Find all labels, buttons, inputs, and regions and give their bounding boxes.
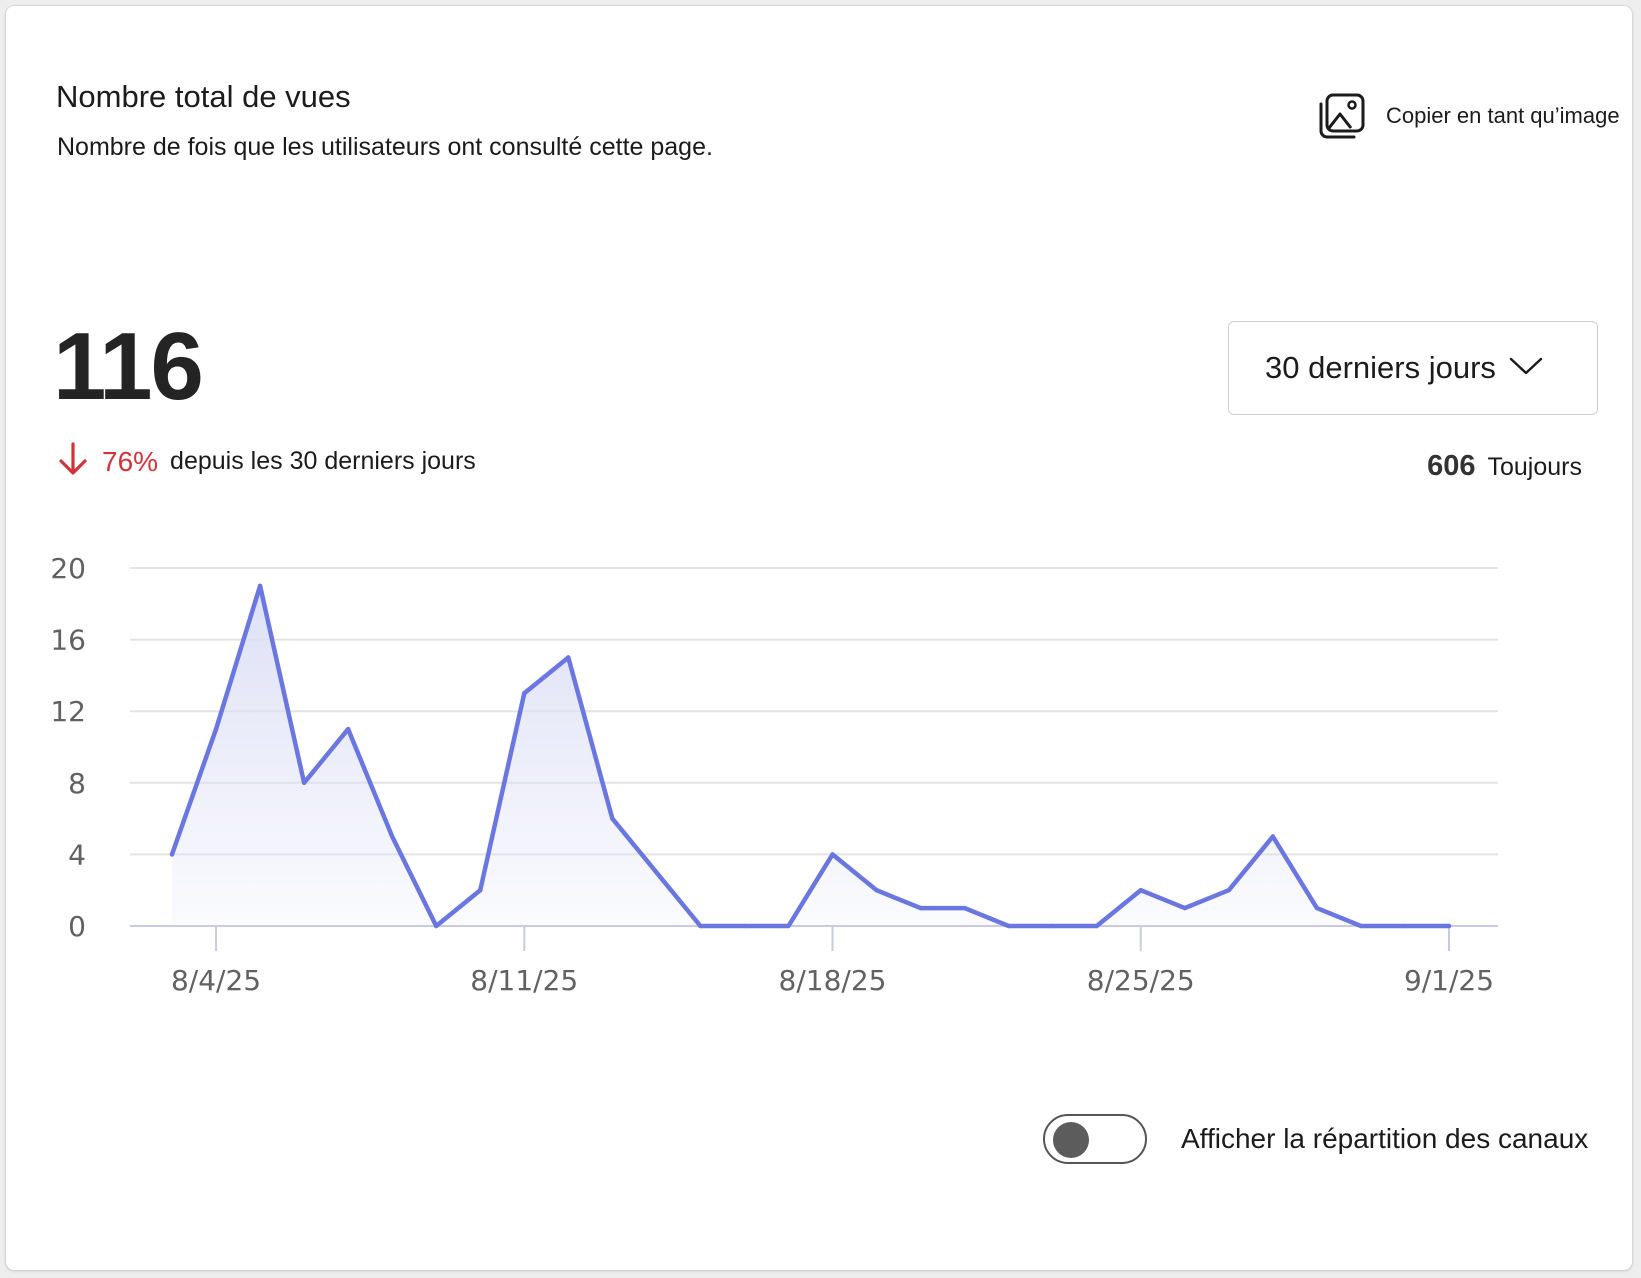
data-point (478, 888, 483, 893)
data-point (1270, 834, 1276, 839)
data-point (610, 816, 615, 821)
data-point (1050, 923, 1055, 929)
data-point (698, 923, 703, 929)
channel-breakdown-toggle-row: Afficher la répartition des canaux (1043, 1114, 1588, 1164)
data-point (566, 655, 571, 660)
x-tick-label: 8/11/25 (470, 964, 578, 997)
data-point (830, 852, 835, 857)
channel-breakdown-label: Afficher la répartition des canaux (1181, 1123, 1589, 1154)
data-point (786, 923, 791, 929)
y-tick-label: 4 (68, 838, 86, 871)
data-point (1006, 923, 1011, 929)
data-point (345, 726, 351, 732)
toggle-knob (1053, 1122, 1089, 1158)
views-area-chart: 0 4 8 12 16 20 8/4/25 8/11/25 8/18/25 8/25/25 9/1/… (50, 552, 1498, 997)
data-point (1226, 888, 1232, 893)
y-tick-label: 20 (50, 552, 86, 585)
channel-breakdown-toggle[interactable] (1043, 1114, 1147, 1164)
data-point (874, 888, 879, 893)
x-tick-label: 8/25/25 (1087, 964, 1195, 997)
x-tick-label: 9/1/25 (1404, 964, 1494, 997)
x-tick-label: 8/4/25 (171, 964, 261, 997)
data-point (1314, 905, 1320, 911)
data-point (522, 691, 527, 696)
data-point (213, 726, 219, 732)
data-point (1182, 905, 1187, 911)
views-area-fill (172, 585, 1449, 926)
data-point (742, 923, 747, 929)
data-point (1094, 923, 1099, 929)
data-point (434, 923, 439, 929)
y-tick-label: 12 (50, 695, 86, 728)
data-point (257, 583, 263, 589)
data-point (301, 780, 307, 785)
data-point (654, 870, 659, 875)
data-point (1402, 923, 1408, 929)
data-point (918, 905, 923, 911)
data-point (389, 834, 395, 839)
data-point (169, 852, 175, 857)
data-point (1138, 888, 1143, 893)
y-tick-label: 0 (68, 910, 86, 943)
views-card: Nombre total de vues Nombre de fois que … (6, 6, 1632, 1270)
x-tick-label: 8/18/25 (779, 964, 887, 997)
data-point (1446, 923, 1452, 929)
y-tick-label: 16 (50, 624, 86, 657)
y-tick-label: 8 (68, 767, 86, 800)
data-point (962, 905, 967, 911)
data-point (1358, 923, 1364, 929)
